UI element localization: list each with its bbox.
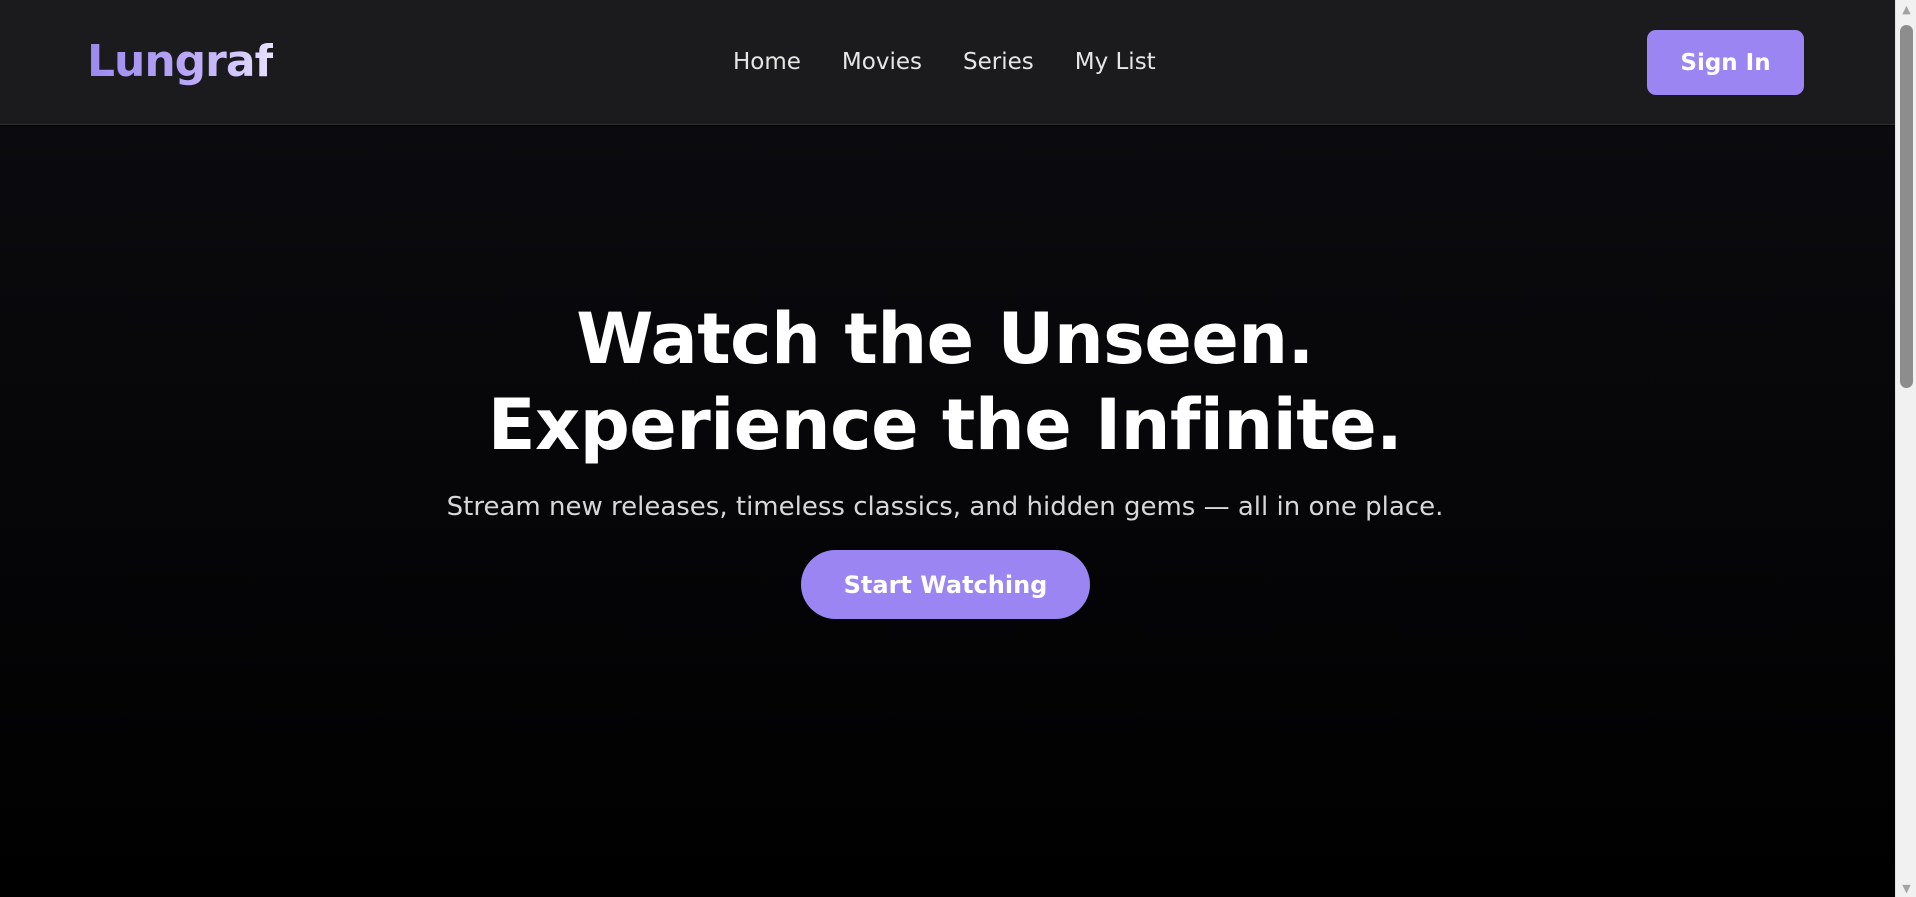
site-header: Lungraf Home Movies Series My List Sign … (0, 0, 1895, 125)
nav-item-series[interactable]: Series (963, 49, 1034, 75)
vertical-scrollbar[interactable]: ▲ ▼ (1895, 0, 1916, 897)
main-area: Lungraf Home Movies Series My List Sign … (0, 0, 1895, 897)
nav-item-home[interactable]: Home (733, 49, 801, 75)
sign-in-button[interactable]: Sign In (1647, 30, 1804, 95)
hero-title-line-2: Experience the Infinite. (487, 384, 1403, 466)
brand-logo[interactable]: Lungraf (87, 33, 274, 91)
scrollbar-thumb[interactable] (1900, 25, 1913, 388)
scroll-down-arrow-icon[interactable]: ▼ (1896, 879, 1916, 897)
hero-section: Watch the Unseen. Experience the Infinit… (0, 126, 1895, 897)
scroll-up-arrow-icon[interactable]: ▲ (1896, 0, 1916, 18)
start-watching-button[interactable]: Start Watching (801, 550, 1090, 619)
nav-item-my-list[interactable]: My List (1075, 49, 1156, 75)
nav-item-movies[interactable]: Movies (842, 49, 922, 75)
main-nav: Home Movies Series My List (733, 44, 1156, 80)
hero-title-line-1: Watch the Unseen. (576, 298, 1314, 380)
hero-subtitle: Stream new releases, timeless classics, … (446, 492, 1444, 522)
hero-title: Watch the Unseen. Experience the Infinit… (0, 296, 1890, 468)
page: Lungraf Home Movies Series My List Sign … (0, 0, 1916, 897)
